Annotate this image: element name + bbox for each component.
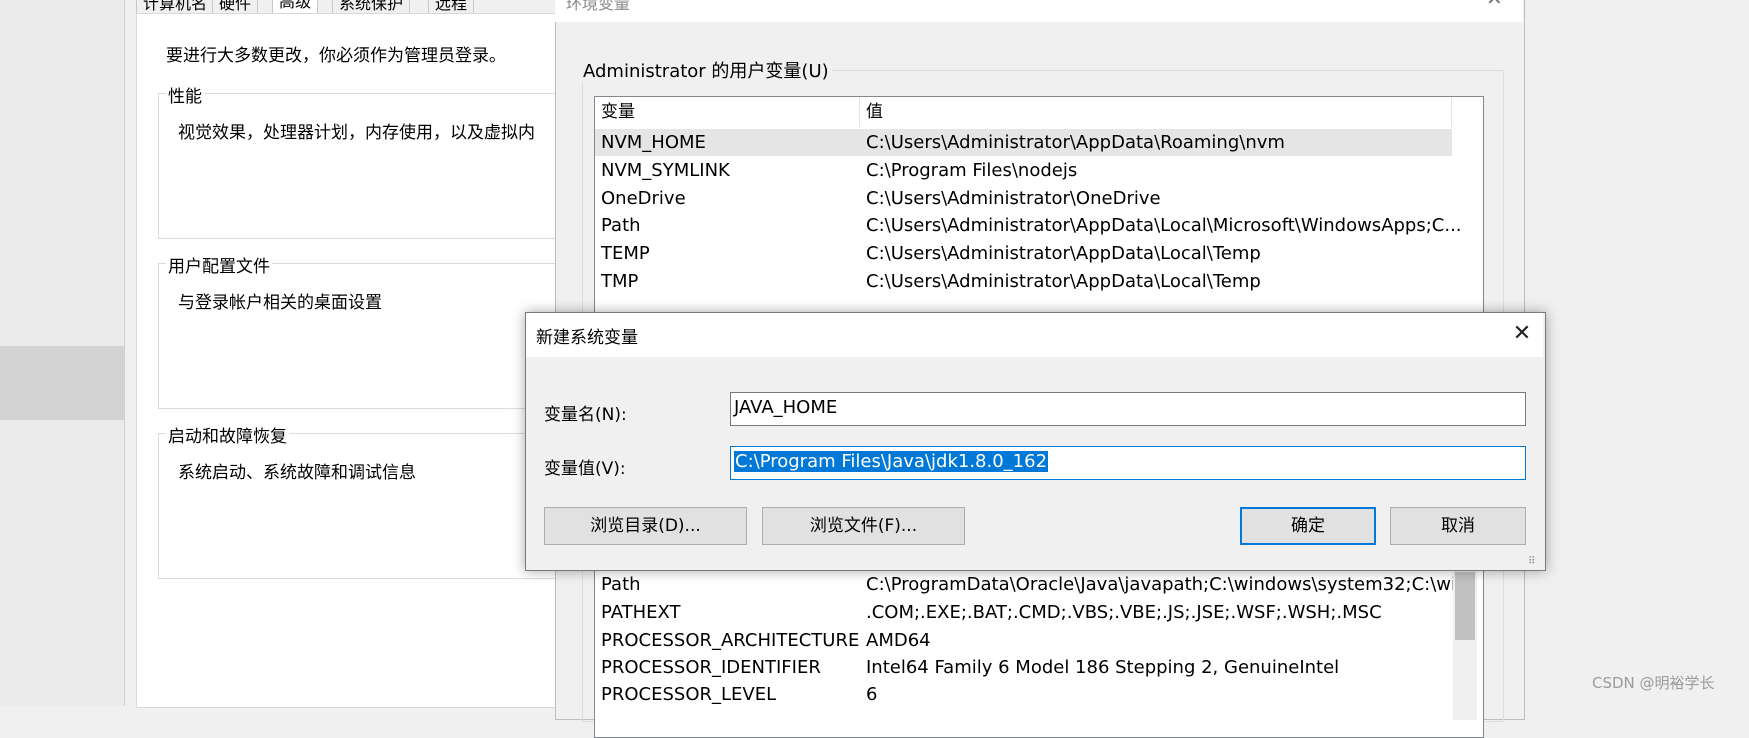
table-row[interactable]: PATHEXT .COM;.EXE;.BAT;.CMD;.VBS;.VBE;.J… [595,599,1452,626]
var-value: C:\ProgramData\Oracle\Java\javapath;C:\w… [866,574,1474,595]
var-value: AMD64 [866,630,931,651]
dialog-title: 新建系统变量 [536,328,638,348]
table-row[interactable]: NVM_SYMLINK C:\Program Files\nodejs [595,157,1452,184]
var-value: C:\Users\Administrator\AppData\Local\Tem… [866,243,1261,264]
browse-directory-button[interactable]: 浏览目录(D)... [544,507,747,545]
table-row[interactable]: TMP C:\Users\Administrator\AppData\Local… [595,268,1452,295]
left-pane-selected-item[interactable] [0,346,124,420]
resize-grip-icon[interactable]: ⠿ [1528,556,1535,567]
var-value: Intel64 Family 6 Model 186 Stepping 2, G… [866,657,1340,678]
var-name: OneDrive [601,188,686,209]
var-name: TMP [601,271,639,292]
var-value: 6 [866,684,878,705]
table-row[interactable]: PROCESSOR_IDENTIFIER Intel64 Family 6 Mo… [595,654,1452,681]
table-row[interactable]: PROCESSOR_ARCHITECTURE AMD64 [595,627,1452,654]
var-name: NVM_SYMLINK [601,160,730,181]
var-value: .COM;.EXE;.BAT;.CMD;.VBS;.VBE;.JS;.JSE;.… [866,602,1382,623]
var-name: TEMP [601,243,650,264]
column-header-variable[interactable]: 变量 [595,97,860,127]
table-row[interactable]: TEMP C:\Users\Administrator\AppData\Loca… [595,240,1452,267]
watermark: CSDN @明裕学长 [1592,674,1715,692]
variable-value-input[interactable]: C:\Program Files\Java\jdk1.8.0_162 [730,446,1526,480]
var-value: C:\Users\Administrator\AppData\Roaming\n… [866,132,1285,153]
browse-file-button[interactable]: 浏览文件(F)... [762,507,965,545]
admin-notice: 要进行大多数更改，你必须作为管理员登录。 [166,46,506,66]
column-header-value[interactable]: 值 [860,97,1452,127]
table-row[interactable]: Path C:\Users\Administrator\AppData\Loca… [595,212,1462,239]
scrollbar-thumb[interactable] [1455,572,1475,640]
close-icon[interactable]: ✕ [1508,318,1536,350]
table-row[interactable]: OneDrive C:\Users\Administrator\OneDrive [595,185,1452,212]
list-header: 变量 值 [595,97,1452,127]
var-name: Path [601,574,641,595]
performance-group [158,93,557,239]
performance-description: 视觉效果，处理器计划，内存使用，以及虚拟内 [178,123,535,143]
user-vars-title: Administrator 的用户变量(U) [580,57,832,83]
startup-recovery-description: 系统启动、系统故障和调试信息 [178,463,416,483]
variable-name-label: 变量名(N): [544,405,627,425]
startup-recovery-group [158,433,557,579]
variable-value-label: 变量值(V): [544,459,626,479]
var-name: Path [601,215,641,236]
dialog-titlebar [526,313,1543,357]
var-value: C:\Users\Administrator\AppData\Local\Tem… [866,271,1261,292]
table-row[interactable]: NVM_HOME C:\Users\Administrator\AppData\… [595,129,1452,156]
startup-recovery-group-title: 启动和故障恢复 [166,422,289,447]
var-name: PROCESSOR_IDENTIFIER [601,657,821,678]
var-name: PATHEXT [601,602,681,623]
close-icon[interactable]: ✕ [1486,0,1503,10]
user-profiles-group [158,263,557,409]
user-profiles-group-title: 用户配置文件 [166,252,272,277]
var-value: C:\Program Files\nodejs [866,160,1078,181]
var-value: C:\Users\Administrator\OneDrive [866,188,1161,209]
performance-group-title: 性能 [166,82,204,107]
var-name: NVM_HOME [601,132,706,153]
selected-value-text: C:\Program Files\Java\jdk1.8.0_162 [734,451,1049,472]
variable-name-input[interactable]: JAVA_HOME [730,392,1526,426]
var-name: PROCESSOR_LEVEL [601,684,777,705]
user-profiles-description: 与登录帐户相关的桌面设置 [178,293,382,313]
table-row[interactable]: PROCESSOR_LEVEL 6 [595,681,1452,708]
var-name: PROCESSOR_ARCHITECTURE [601,630,860,651]
cancel-button[interactable]: 取消 [1390,507,1526,545]
table-row[interactable]: Path C:\ProgramData\Oracle\Java\javapath… [595,571,1473,598]
env-title: 环境变量 [566,0,631,13]
var-value: C:\Users\Administrator\AppData\Local\Mic… [866,215,1462,236]
ok-button[interactable]: 确定 [1240,507,1376,545]
env-titlebar [555,0,1523,22]
